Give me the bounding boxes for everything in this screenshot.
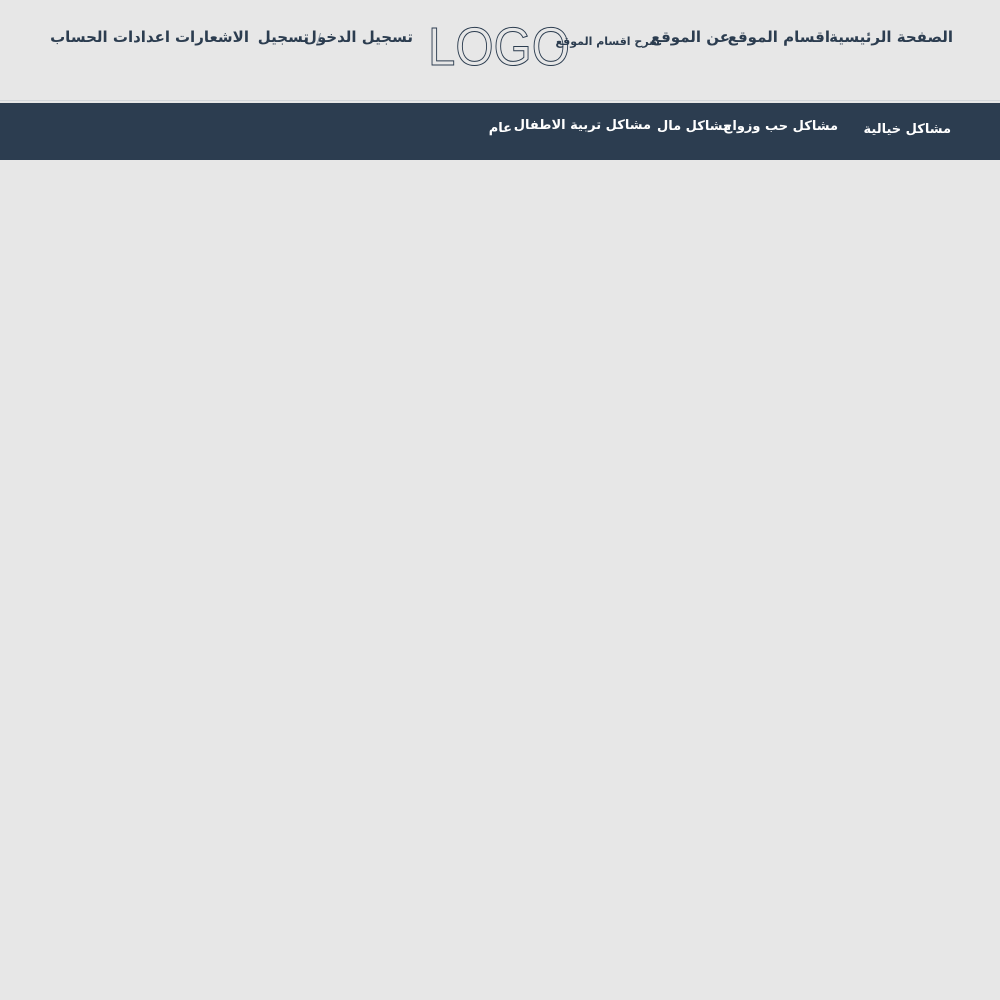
home-link[interactable]: الصفحة الرئيسية: [829, 26, 953, 48]
nav-item-love-marriage-problems[interactable]: مشاكل حب وزواج: [723, 118, 838, 136]
logo-text: LOGO: [428, 21, 570, 69]
site-sections-link[interactable]: اقسام الموقع: [728, 26, 830, 48]
register-link[interactable]: تسجيل: [258, 26, 309, 48]
nav-item-fictional-problems[interactable]: مشاكل خيالية: [864, 121, 951, 139]
nav-item-general[interactable]: عام: [489, 120, 512, 138]
main-content-area: [0, 160, 1000, 1000]
account-settings-link[interactable]: اعدادات الحساب: [50, 26, 170, 48]
notifications-link[interactable]: الاشعارات: [175, 26, 249, 48]
auth-separator: /: [316, 31, 321, 45]
header-divider: [0, 100, 1000, 101]
top-header: الصفحة الرئيسية اقسام الموقع عن الموقع ش…: [0, 0, 1000, 101]
site-logo[interactable]: LOGO: [426, 17, 572, 78]
about-site-link[interactable]: عن الموقع: [651, 26, 730, 48]
nav-item-parenting-problems[interactable]: مشاكل تربية الاطفال: [514, 117, 651, 135]
nav-item-money-problems[interactable]: مشاكل مال: [657, 118, 731, 136]
category-navbar: مشاكل خيالية مشاكل حب وزواج مشاكل مال مش…: [0, 103, 1000, 160]
logo-graphic: LOGO: [428, 17, 571, 78]
